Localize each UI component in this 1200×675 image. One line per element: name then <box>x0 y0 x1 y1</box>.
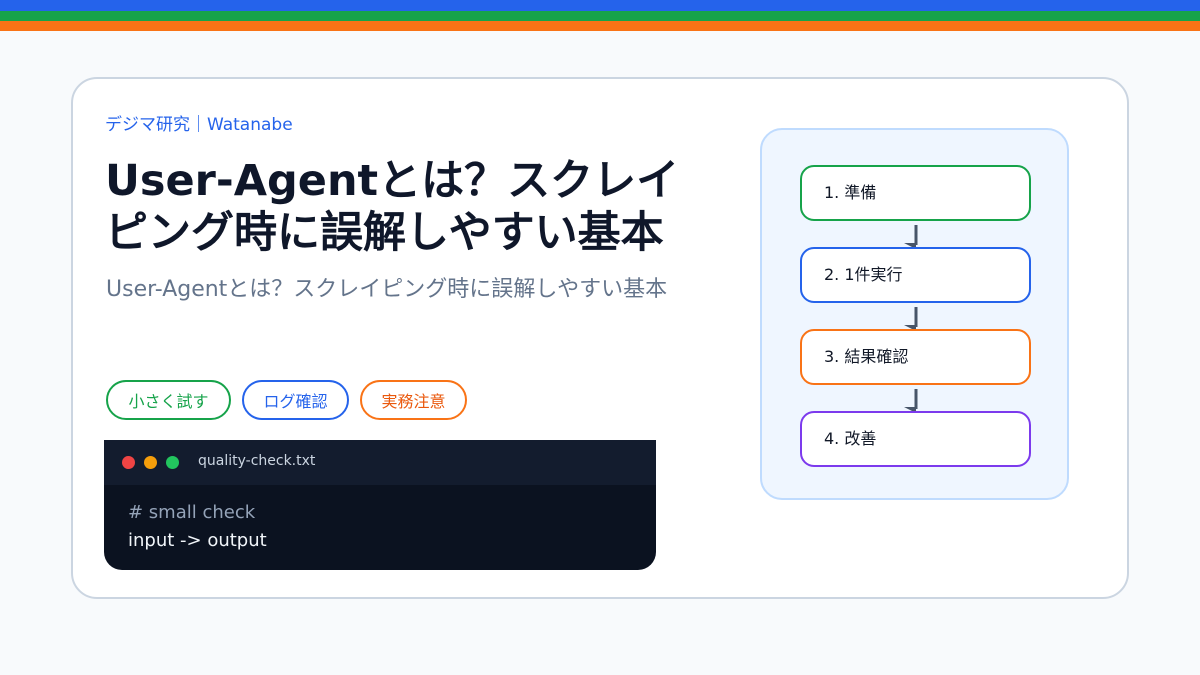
flow-step-run-one: 2. 1件実行 <box>800 247 1031 303</box>
page-title: User-Agentとは？スクレイピング時に誤解しやすい基本 <box>105 156 680 258</box>
top-stripe-orange <box>0 21 1200 31</box>
code-filename: quality-check.txt <box>198 453 316 469</box>
tag-try-small: 小さく試す <box>106 380 231 420</box>
flow-step-check-result: 3. 結果確認 <box>800 329 1031 385</box>
code-window-titlebar: quality-check.txt <box>104 440 656 485</box>
code-line: input -> output <box>128 530 267 551</box>
top-stripe-blue <box>0 0 1200 11</box>
window-minimize-dot-icon <box>144 456 157 469</box>
tag-practical-caution: 実務注意 <box>360 380 467 420</box>
code-window: quality-check.txt # small check input ->… <box>104 440 656 570</box>
tag-check-log: ログ確認 <box>242 380 349 420</box>
top-stripe-green <box>0 11 1200 21</box>
window-maximize-dot-icon <box>166 456 179 469</box>
flow-step-improve: 4. 改善 <box>800 411 1031 467</box>
arrow-down-icon <box>904 389 918 413</box>
code-comment-line: # small check <box>128 502 256 523</box>
window-close-dot-icon <box>122 456 135 469</box>
brand-label: デジマ研究｜Watanabe <box>105 115 293 135</box>
flow-step-prepare: 1. 準備 <box>800 165 1031 221</box>
arrow-down-icon <box>904 307 918 331</box>
arrow-down-icon <box>904 225 918 249</box>
page-subtitle: User-Agentとは？スクレイピング時に誤解しやすい基本 <box>106 277 668 302</box>
